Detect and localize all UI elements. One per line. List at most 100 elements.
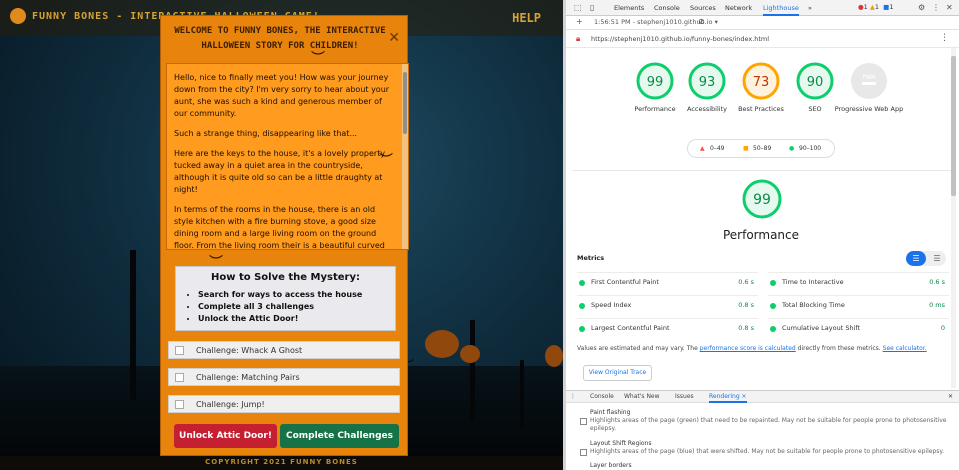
pass-circle-icon bbox=[770, 280, 776, 286]
pass-circle-icon bbox=[579, 326, 585, 332]
option-checkbox[interactable] bbox=[580, 418, 587, 425]
complete-challenges-button[interactable]: Complete Challenges bbox=[280, 424, 399, 448]
score-label: Progressive Web App bbox=[834, 105, 904, 113]
metric-row: Largest Contentful Paint 0.8 s bbox=[577, 318, 758, 338]
note-text: directly from these metrics. bbox=[797, 345, 881, 352]
challenge-jump[interactable]: Challenge: Jump! bbox=[168, 395, 400, 413]
metric-value: 0.8 s bbox=[738, 301, 754, 309]
new-report-icon[interactable]: + bbox=[576, 17, 583, 26]
how-to-item: Unlock the Attic Door! bbox=[198, 313, 385, 325]
category-title: Performance bbox=[722, 228, 800, 242]
story-paragraph: In terms of the rooms in the house, ther… bbox=[174, 205, 385, 250]
pass-circle-icon bbox=[770, 326, 776, 332]
device-toolbar-icon[interactable]: ▯ bbox=[590, 3, 594, 12]
pwa-badge: PWA bbox=[862, 74, 876, 81]
issue-badges[interactable]: ●1 ▲1 ■1 bbox=[858, 3, 893, 11]
devtools-tab-bar: ⬚ ▯ Elements Console Sources Network Lig… bbox=[566, 0, 959, 16]
unlock-attic-door-button[interactable]: Unlock Attic Door! bbox=[174, 424, 277, 448]
metric-value: 0.8 s bbox=[738, 324, 754, 332]
story-scrollbar[interactable] bbox=[402, 64, 408, 249]
challenge-label: Challenge: Matching Pairs bbox=[196, 373, 300, 382]
story-paragraph: Hello, nice to finally meet you! How was… bbox=[174, 73, 390, 118]
score-gauge-accessibility[interactable]: 93 bbox=[687, 61, 727, 101]
drawer-tab-rendering[interactable]: Rendering × bbox=[709, 393, 747, 403]
drawer-tab-issues[interactable]: Issues bbox=[675, 393, 694, 400]
legend-fail: 0–49 bbox=[710, 145, 725, 152]
score-gauge-performance[interactable]: 99 bbox=[635, 61, 675, 101]
devtools-panel: ⬚ ▯ Elements Console Sources Network Lig… bbox=[563, 0, 959, 470]
legend-pass: 90–100 bbox=[799, 145, 822, 152]
pass-circle-icon bbox=[579, 303, 585, 309]
story-text-box[interactable]: Hello, nice to finally meet you! How was… bbox=[166, 63, 409, 250]
metric-row: Cumulative Layout Shift 0 bbox=[768, 318, 949, 338]
pass-circle-icon bbox=[579, 280, 585, 286]
report-url[interactable]: https://stephenj1010.github.io/funny-bon… bbox=[591, 35, 769, 43]
divider bbox=[572, 170, 952, 171]
score-gauge-seo[interactable]: 90 bbox=[795, 61, 835, 101]
report-scrollbar[interactable] bbox=[951, 48, 956, 388]
scrollbar-thumb[interactable] bbox=[951, 56, 956, 196]
report-url-bar: 🔒︎ https://stephenj1010.github.io/funny-… bbox=[566, 30, 959, 48]
tab-elements[interactable]: Elements bbox=[614, 4, 644, 12]
metric-value: 0.6 s bbox=[738, 278, 754, 286]
score-value: 73 bbox=[753, 75, 770, 90]
tab-sources[interactable]: Sources bbox=[690, 4, 716, 12]
info-count: 1 bbox=[889, 3, 894, 11]
pass-circle-icon bbox=[770, 303, 776, 309]
challenge-checkbox[interactable] bbox=[175, 373, 184, 382]
option-checkbox[interactable] bbox=[580, 449, 587, 456]
drawer-menu-icon[interactable]: ⋮ bbox=[570, 393, 576, 400]
how-to-item: Search for ways to access the house bbox=[198, 289, 385, 301]
score-legend: ▲ 0–49 ■ 50–89 ● 90–100 bbox=[687, 139, 835, 158]
scrollbar-thumb[interactable] bbox=[403, 72, 407, 134]
more-options-icon[interactable]: ⋮ bbox=[940, 33, 949, 43]
tab-more[interactable]: » bbox=[808, 4, 812, 12]
main-score-value: 99 bbox=[753, 192, 771, 208]
score-value: 99 bbox=[647, 75, 664, 90]
lock-icon: 🔒︎ bbox=[576, 34, 581, 43]
close-icon[interactable]: ✕ bbox=[388, 30, 400, 46]
metrics-view-toggle[interactable]: ☰ ☰ bbox=[906, 251, 946, 266]
help-link[interactable]: HELP bbox=[512, 11, 541, 25]
error-count: 1 bbox=[863, 3, 868, 11]
settings-gear-icon[interactable]: ⚙ bbox=[918, 3, 925, 12]
close-drawer-icon[interactable]: ✕ bbox=[948, 393, 953, 400]
score-gauge-pwa[interactable]: PWA bbox=[849, 61, 889, 101]
drawer-tab-whats-new[interactable]: What's New bbox=[624, 393, 660, 400]
metric-value: 0.6 s bbox=[929, 278, 945, 286]
inspect-icon[interactable]: ⬚ bbox=[574, 3, 582, 12]
copyright-text: COPYRIGHT 2021 FUNNY BONES bbox=[205, 458, 358, 466]
challenge-label: Challenge: Jump! bbox=[196, 400, 265, 409]
tab-lighthouse[interactable]: Lighthouse bbox=[763, 4, 799, 16]
how-to-list: Search for ways to access the house Comp… bbox=[186, 289, 385, 325]
metric-row: Time to Interactive 0.6 s bbox=[768, 272, 949, 292]
clear-icon[interactable]: ⊘ bbox=[698, 17, 705, 26]
metric-name: First Contentful Paint bbox=[591, 278, 659, 286]
score-gauge-best-practices[interactable]: 73 bbox=[741, 61, 781, 101]
tab-console[interactable]: Console bbox=[654, 4, 680, 12]
challenge-matching-pairs[interactable]: Challenge: Matching Pairs bbox=[168, 368, 400, 386]
view-original-trace-button[interactable]: View Original Trace bbox=[583, 365, 652, 381]
view-summary-icon[interactable]: ☰ bbox=[906, 251, 926, 266]
metrics-note: Values are estimated and may vary. The p… bbox=[577, 345, 952, 352]
score-calculation-link[interactable]: performance score is calculated bbox=[700, 345, 796, 352]
option-description: Highlights areas of the page (blue) that… bbox=[590, 448, 944, 455]
rendering-option: Layout Shift Regions Highlights areas of… bbox=[580, 440, 950, 456]
tab-network[interactable]: Network bbox=[725, 4, 752, 12]
story-paragraph: Such a strange thing, disappearing like … bbox=[174, 129, 358, 138]
pumpkin-logo-icon bbox=[10, 8, 26, 24]
story-paragraph: Here are the keys to the house, it's a l… bbox=[174, 149, 386, 194]
welcome-modal: WELCOME TO FUNNY BONES, THE INTERACTIVE … bbox=[160, 15, 409, 456]
view-details-icon[interactable]: ☰ bbox=[928, 251, 946, 266]
challenge-checkbox[interactable] bbox=[175, 346, 184, 355]
close-devtools-icon[interactable]: ✕ bbox=[946, 3, 953, 12]
page-footer: COPYRIGHT 2021 FUNNY BONES bbox=[0, 456, 563, 470]
fail-triangle-icon: ▲ bbox=[700, 145, 705, 152]
calculator-link[interactable]: See calculator. bbox=[883, 345, 927, 352]
metric-name: Largest Contentful Paint bbox=[591, 324, 670, 332]
score-value: 90 bbox=[807, 75, 824, 90]
more-options-icon[interactable]: ⋮ bbox=[932, 3, 940, 12]
challenge-whack-a-ghost[interactable]: Challenge: Whack A Ghost bbox=[168, 341, 400, 359]
challenge-checkbox[interactable] bbox=[175, 400, 184, 409]
drawer-tab-console[interactable]: Console bbox=[590, 393, 614, 400]
